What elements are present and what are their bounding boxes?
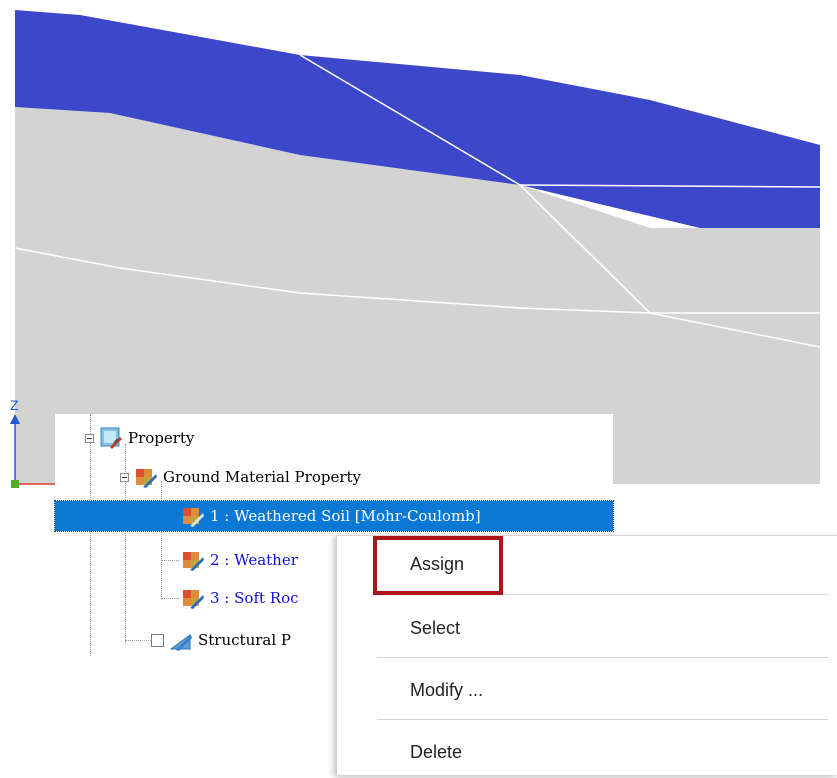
- property-icon: [100, 427, 122, 449]
- z-axis-label: Z: [10, 397, 19, 413]
- menu-item-label: Assign: [410, 554, 465, 574]
- tree-item-material-2[interactable]: 2 : Weather: [182, 545, 298, 575]
- tree-item-label: 2 : Weather: [210, 551, 298, 569]
- tree-item-structural-property[interactable]: Structural P: [151, 625, 291, 655]
- menu-item-label: Select: [410, 618, 461, 638]
- context-menu: Assign Select Modify ... Delete: [336, 535, 837, 775]
- tree-item-label: Property: [128, 429, 195, 447]
- tree-item-label: 3 : Soft Roc: [210, 589, 299, 607]
- structural-property-icon: [169, 629, 192, 651]
- menu-item-select[interactable]: Select: [337, 608, 837, 648]
- menu-separator: [377, 657, 828, 658]
- menu-separator: [377, 594, 828, 595]
- material-icon: [182, 505, 204, 527]
- menu-item-assign[interactable]: Assign: [337, 544, 837, 584]
- tree-guide: [161, 598, 179, 599]
- tree-guide: [161, 560, 179, 561]
- tree-item-label: Structural P: [198, 631, 291, 649]
- tree-item-ground-material-property[interactable]: Ground Material Property: [120, 462, 361, 492]
- menu-separator: [377, 719, 828, 720]
- material-icon: [182, 587, 204, 609]
- collapse-icon[interactable]: [120, 472, 129, 482]
- material-group-icon: [135, 466, 157, 488]
- collapse-icon[interactable]: [85, 433, 94, 443]
- menu-item-label: Delete: [410, 742, 463, 762]
- material-icon: [182, 549, 204, 571]
- menu-item-delete[interactable]: Delete: [337, 732, 837, 772]
- tree-item-material-3[interactable]: 3 : Soft Roc: [182, 583, 299, 613]
- tree-item-label: 1 : Weathered Soil [Mohr-Coulomb]: [210, 507, 481, 525]
- tree-item-label: Ground Material Property: [163, 468, 362, 486]
- tree-guide: [125, 640, 151, 641]
- menu-item-label: Modify ...: [410, 680, 484, 700]
- menu-item-modify[interactable]: Modify ...: [337, 670, 837, 710]
- visibility-checkbox[interactable]: [151, 633, 164, 647]
- tree-item-material-1[interactable]: 1 : Weathered Soil [Mohr-Coulomb]: [54, 500, 614, 532]
- tree-guide: [161, 481, 162, 599]
- tree-item-property[interactable]: Property: [85, 423, 194, 453]
